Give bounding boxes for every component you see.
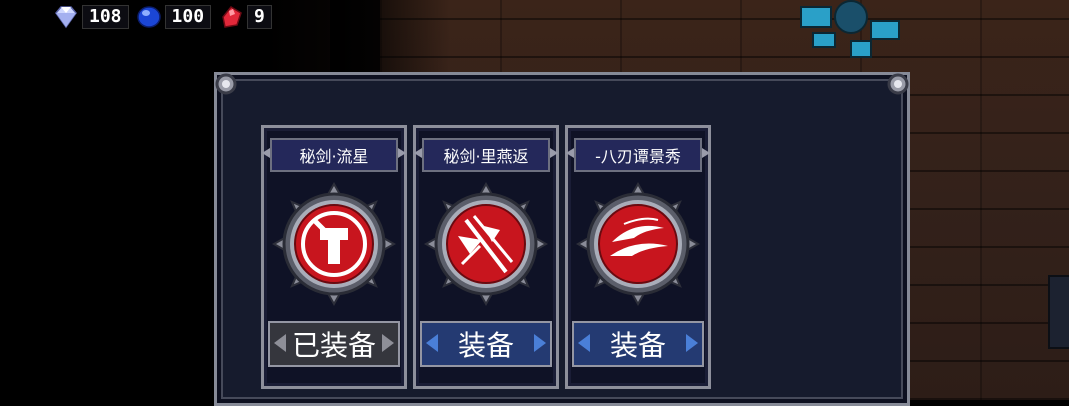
diamond-count: 108 (82, 5, 129, 29)
diamond-icon (55, 6, 77, 29)
button-label: 已装备 (291, 329, 376, 362)
sapphire-count: 100 (164, 5, 212, 29)
room-chair (1048, 275, 1069, 349)
skill-name: -八刃谭景秀 (574, 138, 702, 172)
eight-blade-skill-icon (575, 181, 701, 307)
equip-button[interactable]: 装备 (420, 321, 552, 367)
room-machine (790, 0, 910, 60)
skill-card-meteor[interactable]: 秘剑·流星 已装备 (261, 125, 407, 389)
equip-button[interactable]: 装备 (572, 321, 704, 367)
arrow-right-icon (534, 334, 546, 352)
swallow-return-skill-icon (423, 181, 549, 307)
sapphire-counter: 100 (135, 5, 212, 29)
arrow-right-icon (382, 334, 394, 352)
arrow-left-icon (426, 334, 438, 352)
skill-card-eight-blade[interactable]: -八刃谭景秀 装备 (565, 125, 711, 389)
arrow-right-icon (686, 334, 698, 352)
ruby-counter: 9 (217, 5, 272, 29)
skill-card-swallow-return[interactable]: 秘剑·里燕返 装备 (413, 125, 559, 389)
ruby-icon (222, 6, 242, 28)
arrow-left-icon (578, 334, 590, 352)
button-label: 装备 (609, 329, 666, 362)
corner-ornament-icon (883, 69, 913, 99)
skill-name: 秘剑·流星 (270, 138, 398, 172)
equipped-button[interactable]: 已装备 (268, 321, 400, 367)
button-label: 装备 (457, 329, 514, 362)
meteor-skill-icon (271, 181, 397, 307)
ruby-count: 9 (247, 5, 272, 29)
arrow-left-icon (274, 334, 286, 352)
currency-hud: 108 100 9 (52, 5, 272, 29)
sapphire-icon (136, 6, 161, 28)
corner-ornament-icon (211, 69, 241, 99)
diamond-counter: 108 (52, 5, 129, 29)
skill-select-panel: 秘剑·流星 已装备 秘剑·里燕返 装备 -八刃谭景秀 装备 (214, 72, 910, 406)
skill-name: 秘剑·里燕返 (422, 138, 550, 172)
